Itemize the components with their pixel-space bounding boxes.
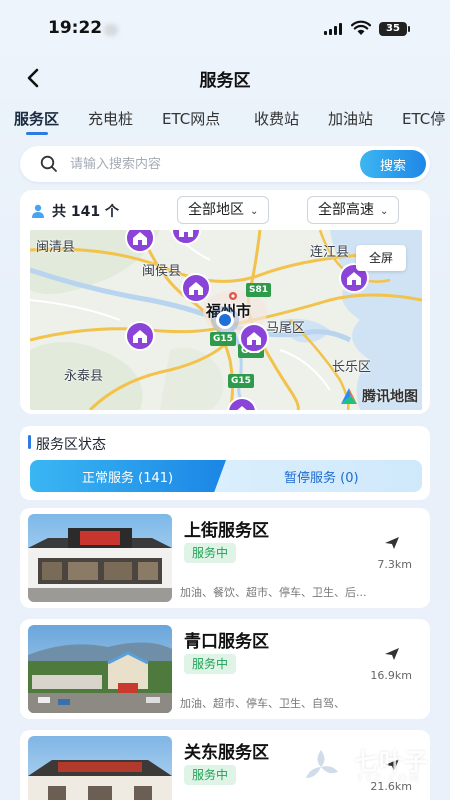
amenities-text: 加油、超市、停车、卫生、自驾、: [180, 697, 345, 710]
amenities-text: 加油、餐饮、超市、停车、卫生、后...: [180, 586, 367, 599]
map-label-mawei: 马尾区: [266, 321, 306, 336]
service-status-toggle: 正常服务 (141) 暂停服务 (0): [30, 460, 422, 492]
navigate-icon[interactable]: [384, 536, 400, 550]
person-icon: [32, 204, 44, 218]
tencent-map-logo: [341, 388, 357, 404]
watermark: 七叶子 7YZ.COM: [294, 740, 444, 794]
road-tag-g15: G15: [210, 332, 236, 346]
service-area-pin[interactable]: [238, 322, 270, 354]
highway-dropdown[interactable]: 全部高速 ⌄: [307, 196, 400, 224]
search-button[interactable]: 搜索: [360, 150, 426, 178]
page-title: 服务区: [199, 71, 251, 91]
watermark-logo: [299, 745, 343, 789]
map-view[interactable]: 闽清县 闽侯县 福州市 连江县 马尾区 长乐区 永泰县 S81 G15 G15 …: [30, 230, 422, 410]
service-area-pin[interactable]: [124, 230, 156, 254]
tab-service-area[interactable]: 服务区: [14, 108, 59, 129]
distance-text: 7.3km: [377, 558, 412, 571]
tab-indicator: [26, 132, 48, 135]
service-area-photo: [28, 514, 172, 602]
map-brand: 腾讯地图: [340, 386, 418, 406]
search-input[interactable]: [70, 152, 350, 176]
map-card: 共 141 个 全部地区 ⌄ 全部高速 ⌄ 闽清县 闽侯县 连江县 马尾区 长乐…: [20, 190, 430, 414]
map-brand-text: 腾讯地图: [362, 389, 418, 405]
chevron-down-icon: ⌄: [250, 206, 259, 217]
service-status-card: 服务区状态 正常服务 (141) 暂停服务 (0): [20, 426, 430, 500]
navigate-icon[interactable]: [384, 647, 400, 661]
chevron-down-icon: ⌄: [380, 206, 389, 217]
highway-dropdown-label: 全部高速: [318, 202, 374, 218]
service-status-title: 服务区状态: [36, 437, 106, 453]
section-marker: [28, 435, 31, 449]
signal-icon: [324, 23, 344, 35]
status-badge: 服务中: [184, 543, 236, 563]
service-area-card[interactable]: 青口服务区 服务中 16.9km 加油、超市、停车、卫生、自驾、: [20, 619, 430, 719]
distance-text: 16.9km: [370, 669, 412, 682]
tab-gas-station[interactable]: 加油站: [328, 108, 373, 129]
fullscreen-button[interactable]: 全屏: [356, 245, 406, 271]
count-text: 共 141 个: [52, 204, 119, 220]
region-dropdown[interactable]: 全部地区 ⌄: [177, 196, 270, 224]
status-badge: 服务中: [184, 765, 236, 785]
service-area-name: 上街服务区: [184, 521, 269, 541]
current-location-marker: [216, 311, 234, 329]
map-label-lianjiang: 连江县: [310, 245, 350, 260]
status-normal-label[interactable]: 正常服务 (141): [82, 467, 173, 486]
status-paused-tab[interactable]: 暂停服务 (0): [284, 467, 359, 486]
map-label-changle: 长乐区: [332, 360, 372, 375]
battery-icon: 35: [379, 22, 410, 36]
service-area-pin[interactable]: [226, 396, 258, 410]
search-icon: [40, 155, 57, 172]
tab-etc-parking[interactable]: ETC停: [402, 108, 445, 129]
tab-etc-outlet[interactable]: ETC网点: [162, 108, 220, 129]
service-area-pin[interactable]: [170, 230, 202, 246]
watermark-domain: 7YZ.COM: [356, 772, 421, 785]
status-time: 19:22: [48, 18, 103, 38]
map-label-minqing: 闽清县: [36, 240, 76, 255]
status-bar: 19:22 35: [0, 0, 450, 56]
status-indicator: [104, 24, 118, 36]
road-tag-g15: G15: [228, 374, 254, 388]
status-badge: 服务中: [184, 654, 236, 674]
region-dropdown-label: 全部地区: [188, 202, 244, 218]
service-area-count: 共 141 个: [30, 201, 119, 221]
search-bar: 搜索: [20, 146, 430, 182]
category-tabs: 服务区 充电桩 ETC网点 收费站 加油站 ETC停: [0, 100, 450, 136]
service-area-pin[interactable]: [180, 272, 212, 304]
tab-charging[interactable]: 充电桩: [88, 108, 133, 129]
service-area-name: 关东服务区: [184, 743, 269, 763]
service-area-name: 青口服务区: [184, 632, 269, 652]
service-area-photo: [28, 736, 172, 800]
road-tag-s81: S81: [246, 283, 272, 297]
map-label-yongtai: 永泰县: [64, 369, 104, 384]
service-area-pin[interactable]: [124, 320, 156, 352]
service-area-photo: [28, 625, 172, 713]
service-area-card[interactable]: 上街服务区 服务中 7.3km 加油、餐饮、超市、停车、卫生、后...: [20, 508, 430, 608]
nav-bar: 服务区: [0, 56, 450, 100]
map-label-minhou: 闽侯县: [142, 264, 182, 279]
wifi-icon: [351, 20, 371, 35]
tab-toll-station[interactable]: 收费站: [254, 108, 299, 129]
